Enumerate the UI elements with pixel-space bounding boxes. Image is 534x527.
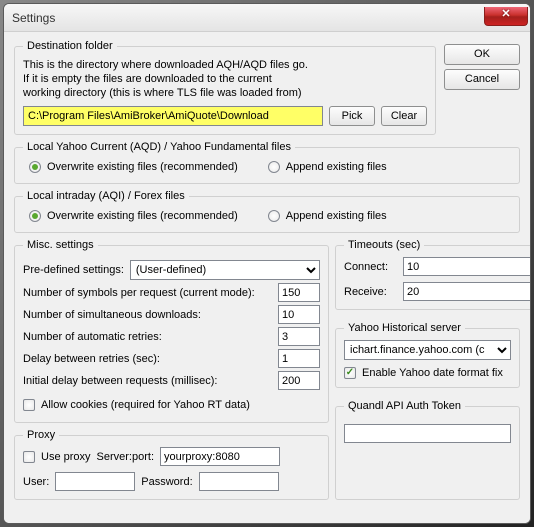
yahoo-hist-legend: Yahoo Historical server	[344, 322, 465, 334]
yahoo-hist-group: Yahoo Historical server ichart.finance.y…	[335, 322, 520, 388]
retries-label: Number of automatic retries:	[23, 331, 272, 343]
serverport-input[interactable]	[160, 447, 280, 466]
quandl-group: Quandl API Auth Token	[335, 400, 520, 500]
symreq-label: Number of symbols per request (current m…	[23, 287, 272, 299]
close-button[interactable]: ✕	[484, 7, 528, 26]
aqd-group: Local Yahoo Current (AQD) / Yahoo Fundam…	[14, 141, 520, 184]
checkbox-icon	[23, 399, 35, 411]
connect-input[interactable]	[403, 257, 531, 276]
initdelay-label: Initial delay between requests (millisec…	[23, 375, 272, 387]
destination-path-input[interactable]: C:\Program Files\AmiBroker\AmiQuote\Down…	[23, 106, 323, 126]
password-input[interactable]	[199, 472, 279, 491]
radio-icon	[268, 210, 280, 222]
radio-icon	[29, 210, 41, 222]
destination-group: Destination folder This is the directory…	[14, 40, 436, 135]
password-label: Password:	[141, 476, 192, 488]
checkbox-icon	[23, 451, 35, 463]
pick-button[interactable]: Pick	[329, 106, 375, 126]
user-label: User:	[23, 476, 49, 488]
checkbox-icon	[344, 367, 356, 379]
page-title: Settings	[12, 11, 484, 25]
simdl-label: Number of simultaneous downloads:	[23, 309, 272, 321]
symreq-input[interactable]	[278, 283, 320, 302]
quandl-token-input[interactable]	[344, 424, 511, 443]
proxy-group: Proxy Use proxy Server:port: User: Passw…	[14, 429, 329, 500]
simdl-input[interactable]	[278, 305, 320, 324]
allow-cookies-check[interactable]: Allow cookies (required for Yahoo RT dat…	[23, 399, 250, 411]
aqi-legend: Local intraday (AQI) / Forex files	[23, 190, 189, 202]
serverport-label: Server:port:	[97, 451, 154, 463]
user-input[interactable]	[55, 472, 135, 491]
use-proxy-check[interactable]: Use proxy	[23, 451, 91, 463]
predef-label: Pre-defined settings:	[23, 264, 124, 276]
timeouts-group: Timeouts (sec) Connect: Receive:	[335, 239, 531, 310]
delayretries-label: Delay between retries (sec):	[23, 353, 272, 365]
aqd-append-radio[interactable]: Append existing files	[268, 161, 387, 173]
proxy-legend: Proxy	[23, 429, 59, 441]
cancel-button[interactable]: Cancel	[444, 69, 520, 90]
close-icon: ✕	[501, 8, 510, 20]
misc-group: Misc. settings Pre-defined settings: (Us…	[14, 239, 329, 423]
initdelay-input[interactable]	[278, 371, 320, 390]
radio-icon	[268, 161, 280, 173]
aqd-overwrite-radio[interactable]: Overwrite existing files (recommended)	[29, 161, 238, 173]
timeouts-legend: Timeouts (sec)	[344, 239, 424, 251]
aqi-group: Local intraday (AQI) / Forex files Overw…	[14, 190, 520, 233]
yahoo-server-select[interactable]: ichart.finance.yahoo.com (c	[344, 340, 511, 360]
clear-button[interactable]: Clear	[381, 106, 427, 126]
quandl-legend: Quandl API Auth Token	[344, 400, 465, 412]
connect-label: Connect:	[344, 261, 399, 273]
receive-input[interactable]	[403, 282, 531, 301]
destination-legend: Destination folder	[23, 40, 117, 52]
yahoo-datefix-check[interactable]: Enable Yahoo date format fix	[344, 367, 503, 379]
aqi-append-radio[interactable]: Append existing files	[268, 210, 387, 222]
radio-icon	[29, 161, 41, 173]
aqd-legend: Local Yahoo Current (AQD) / Yahoo Fundam…	[23, 141, 295, 153]
aqi-overwrite-radio[interactable]: Overwrite existing files (recommended)	[29, 210, 238, 222]
delayretries-input[interactable]	[278, 349, 320, 368]
receive-label: Receive:	[344, 286, 399, 298]
ok-button[interactable]: OK	[444, 44, 520, 65]
destination-desc: This is the directory where downloaded A…	[23, 58, 427, 100]
retries-input[interactable]	[278, 327, 320, 346]
misc-legend: Misc. settings	[23, 239, 98, 251]
predef-select[interactable]: (User-defined)	[130, 260, 320, 280]
